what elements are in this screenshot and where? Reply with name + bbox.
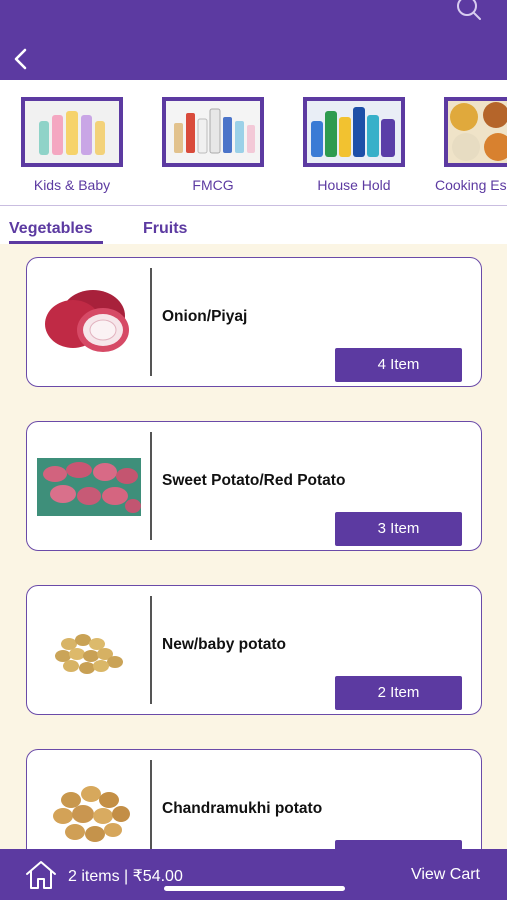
top-app-bar bbox=[0, 0, 507, 80]
product-name: Sweet Potato/Red Potato bbox=[162, 472, 346, 489]
tab-vegetables[interactable]: Vegetables bbox=[9, 220, 93, 238]
view-cart-button[interactable]: View Cart bbox=[411, 866, 480, 884]
item-count-button[interactable] bbox=[335, 840, 462, 849]
category-label: House Hold bbox=[317, 177, 391, 193]
home-button[interactable] bbox=[25, 860, 57, 890]
card-divider bbox=[150, 760, 152, 849]
home-icon bbox=[26, 861, 56, 889]
product-card[interactable]: Chandramukhi potato bbox=[26, 749, 482, 849]
card-divider bbox=[150, 268, 152, 376]
category-thumbnail bbox=[444, 97, 507, 167]
category-label: Kids & Baby bbox=[33, 177, 111, 193]
item-count-button[interactable]: 3 Item bbox=[335, 512, 462, 546]
product-name: New/baby potato bbox=[162, 636, 287, 653]
cart-bar: 2 items | ₹54.00 View Cart bbox=[0, 849, 507, 900]
product-card[interactable]: New/baby potato 2 Item bbox=[26, 585, 482, 715]
item-count-button[interactable]: 2 Item bbox=[335, 676, 462, 710]
product-image-baby-potato bbox=[37, 600, 143, 700]
card-divider bbox=[150, 596, 152, 704]
category-label: Cooking Es bbox=[435, 177, 507, 193]
product-image-chandramukhi-potato bbox=[37, 764, 143, 849]
back-button[interactable] bbox=[10, 44, 34, 76]
tab-fruits[interactable]: Fruits bbox=[143, 220, 187, 238]
item-count-button[interactable]: 4 Item bbox=[335, 348, 462, 382]
home-indicator bbox=[164, 886, 345, 891]
product-list: Onion/Piyaj 4 Item Sweet Potato/Red Pota… bbox=[0, 244, 507, 849]
category-tabs: Vegetables Fruits bbox=[0, 207, 507, 244]
category-kids-baby[interactable]: Kids & Baby bbox=[17, 97, 127, 193]
card-divider bbox=[150, 432, 152, 540]
category-thumbnail bbox=[162, 97, 264, 167]
category-house-hold[interactable]: House Hold bbox=[299, 97, 409, 193]
category-thumbnail bbox=[21, 97, 123, 167]
category-thumbnail bbox=[303, 97, 405, 167]
search-icon bbox=[457, 0, 481, 20]
product-card[interactable]: Sweet Potato/Red Potato 3 Item bbox=[26, 421, 482, 551]
product-name: Onion/Piyaj bbox=[162, 308, 248, 325]
cart-summary: 2 items | ₹54.00 bbox=[68, 868, 183, 885]
chevron-left-icon bbox=[14, 48, 27, 70]
category-label: FMCG bbox=[192, 177, 234, 193]
category-fmcg[interactable]: FMCG bbox=[158, 97, 268, 193]
product-name: Chandramukhi potato bbox=[162, 800, 323, 817]
product-card[interactable]: Onion/Piyaj 4 Item bbox=[26, 257, 482, 387]
category-cooking-essentials[interactable]: Cooking Es bbox=[435, 97, 507, 193]
search-button[interactable] bbox=[455, 0, 485, 22]
product-image-sweet-potato bbox=[37, 436, 143, 536]
category-strip: Kids & Baby FMCG House Hold Cooking Es bbox=[0, 80, 507, 206]
product-image-onion bbox=[37, 272, 143, 372]
